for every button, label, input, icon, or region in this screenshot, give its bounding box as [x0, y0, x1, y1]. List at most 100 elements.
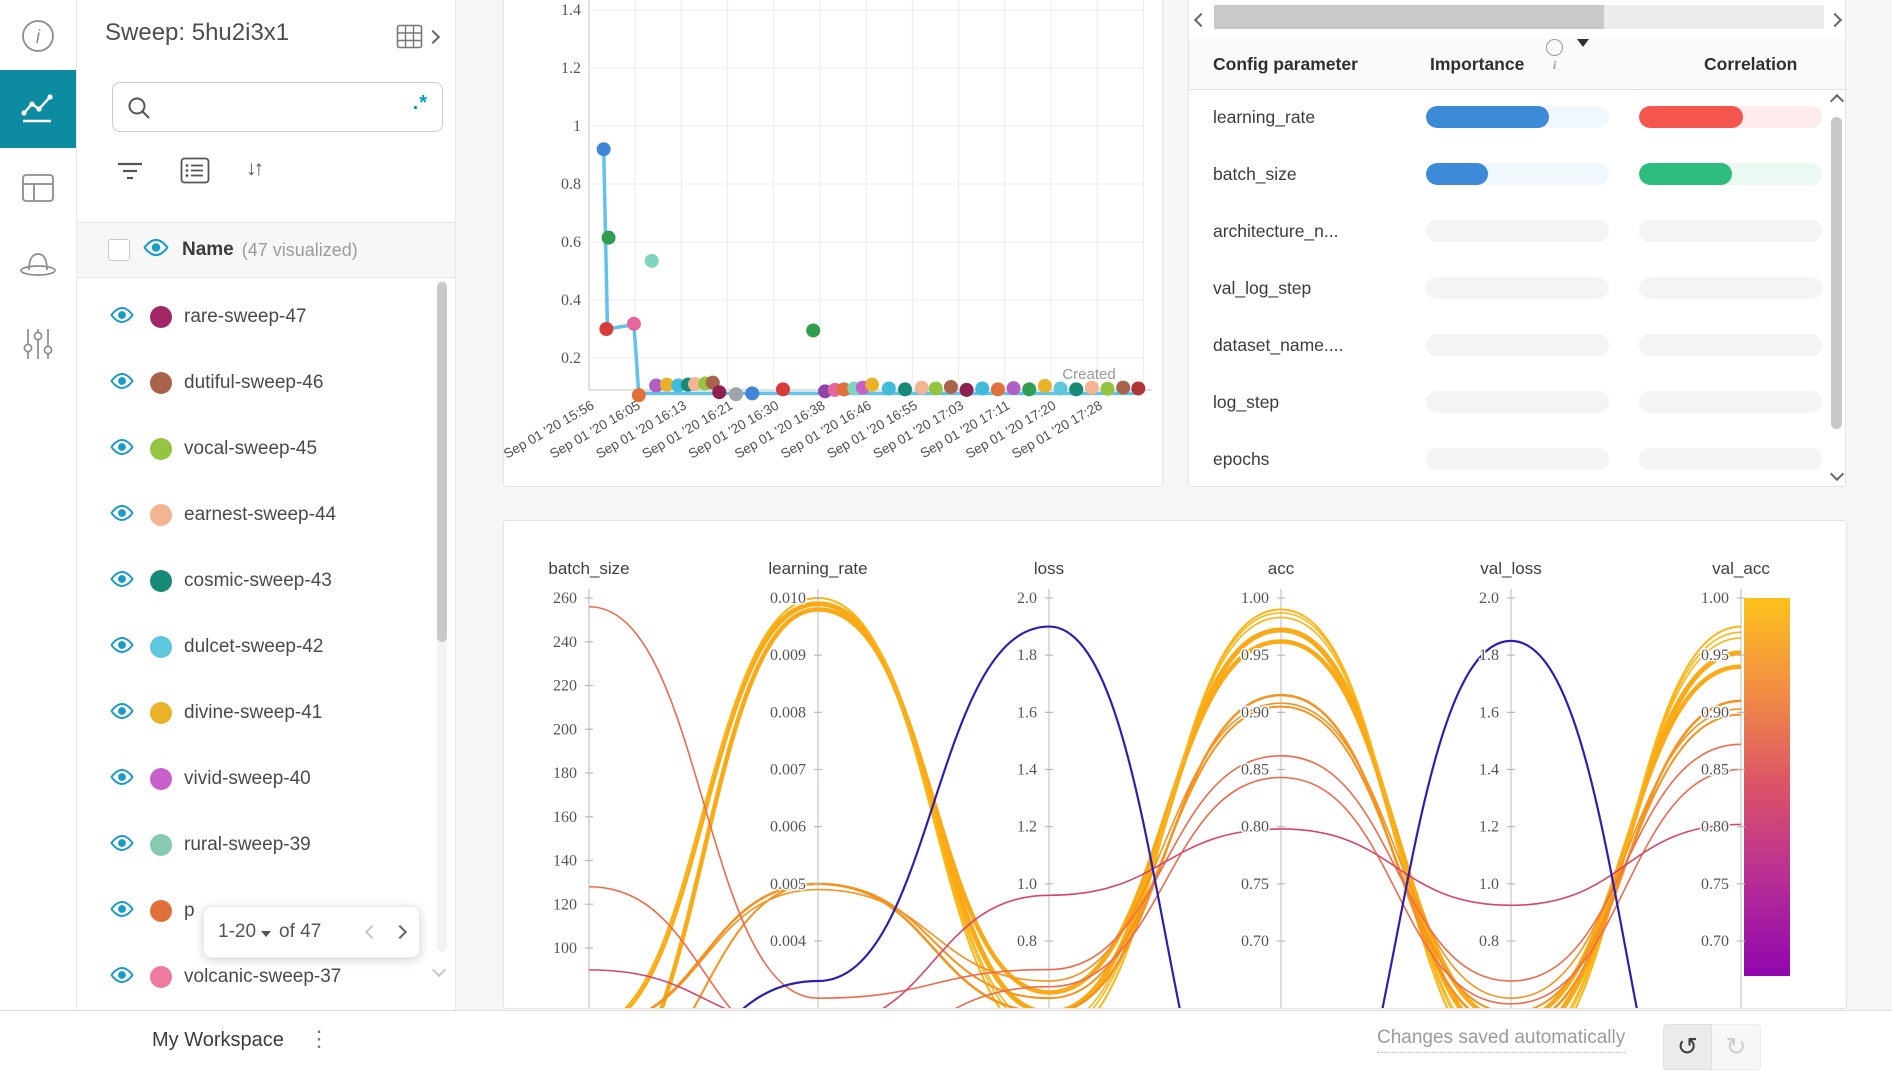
info-icon[interactable]: i	[1546, 39, 1563, 56]
scroll-down-button[interactable]	[1832, 466, 1842, 484]
importance-row[interactable]: dataset_name....	[1189, 317, 1845, 374]
svg-text:0.010: 0.010	[770, 590, 806, 607]
run-name[interactable]: p	[184, 900, 195, 922]
redo-button[interactable]: ↻	[1712, 1024, 1761, 1070]
run-name[interactable]: earnest-sweep-44	[184, 504, 336, 526]
visibility-eye-icon[interactable]	[110, 504, 134, 527]
scroll-down-button[interactable]	[434, 962, 444, 980]
importance-row[interactable]: batch_size	[1189, 146, 1845, 203]
svg-text:0.6: 0.6	[561, 234, 581, 251]
visibility-eye-icon[interactable]	[110, 570, 134, 593]
prev-page-button[interactable]	[367, 921, 377, 943]
svg-text:0.95: 0.95	[1241, 647, 1269, 664]
next-page-button[interactable]	[395, 921, 405, 943]
line-chart-icon	[19, 90, 57, 128]
svg-text:learning_rate: learning_rate	[768, 559, 867, 578]
run-row[interactable]: dulcet-sweep-42	[76, 614, 455, 680]
importance-bar	[1426, 220, 1609, 242]
panels-tab-button[interactable]	[0, 160, 76, 216]
runs-list-header: Name (47 visualized)	[76, 222, 455, 278]
runs-table-button[interactable]	[396, 24, 423, 54]
run-name[interactable]: vivid-sweep-40	[184, 768, 311, 790]
correlation-bar	[1639, 106, 1822, 128]
search-input[interactable]	[159, 89, 393, 125]
importance-row[interactable]: learning_rate	[1189, 89, 1845, 146]
charts-tab-button[interactable]	[0, 70, 76, 148]
run-name[interactable]: dutiful-sweep-46	[184, 372, 323, 394]
run-name[interactable]: vocal-sweep-45	[184, 438, 317, 460]
run-row[interactable]: divine-sweep-41	[76, 680, 455, 746]
regex-toggle[interactable]: .*	[413, 92, 428, 115]
filter-button[interactable]	[116, 160, 144, 187]
importance-row[interactable]: log_step	[1189, 374, 1845, 431]
controls-tab-button[interactable]	[0, 316, 76, 372]
sort-button[interactable]: ↓↑	[246, 157, 261, 181]
workspace-menu-button[interactable]: ⋮	[308, 1011, 332, 1067]
visibility-eye-icon[interactable]	[110, 768, 134, 791]
visualized-count: (47 visualized)	[242, 240, 358, 261]
visibility-eye-icon[interactable]	[110, 966, 134, 989]
run-row[interactable]: vivid-sweep-40	[76, 746, 455, 812]
undo-button[interactable]: ↺	[1663, 1024, 1712, 1070]
expand-table-button[interactable]	[428, 29, 438, 47]
visibility-eye-icon[interactable]	[110, 900, 134, 923]
parameter-name: val_log_step	[1213, 260, 1311, 317]
scroll-right-button[interactable]	[1830, 12, 1840, 30]
importance-row[interactable]: epochs	[1189, 431, 1845, 488]
visibility-eye-icon[interactable]	[110, 636, 134, 659]
visibility-eye-icon[interactable]	[110, 306, 134, 329]
parameter-name: epochs	[1213, 431, 1269, 488]
visibility-eye-icon[interactable]	[110, 834, 134, 857]
svg-text:1.2: 1.2	[561, 60, 581, 77]
run-row[interactable]: rural-sweep-39	[76, 812, 455, 878]
sweeps-tab-button[interactable]	[0, 236, 76, 292]
runs-scrollbar-thumb[interactable]	[437, 282, 447, 642]
run-name[interactable]: dulcet-sweep-42	[184, 636, 323, 658]
runs-scrollbar[interactable]	[437, 280, 447, 952]
run-row[interactable]: earnest-sweep-44	[76, 482, 455, 548]
visibility-eye-icon[interactable]	[110, 702, 134, 725]
importance-row[interactable]: architecture_n...	[1189, 203, 1845, 260]
page-range-button[interactable]: 1-20	[218, 921, 271, 943]
importance-horizontal-scrollbar[interactable]	[1192, 5, 1844, 29]
pagination-popup: 1-20 of 47	[203, 906, 420, 958]
importance-vertical-scrollbar[interactable]	[1829, 91, 1844, 486]
visibility-eye-icon[interactable]	[110, 438, 134, 461]
run-name[interactable]: rare-sweep-47	[184, 306, 307, 328]
svg-text:120: 120	[553, 896, 577, 913]
created-chart[interactable]: 1.41.210.80.60.40.2Sep 01 '20 15:56Sep 0…	[504, 0, 1162, 486]
run-name[interactable]: volcanic-sweep-37	[184, 966, 341, 988]
scroll-up-button[interactable]	[1832, 93, 1842, 111]
run-row[interactable]: cosmic-sweep-43	[76, 548, 455, 614]
run-color-dot	[150, 438, 172, 460]
svg-text:0.85: 0.85	[1241, 762, 1269, 779]
run-name[interactable]: divine-sweep-41	[184, 702, 322, 724]
select-all-checkbox[interactable]	[108, 239, 130, 261]
run-name[interactable]: rural-sweep-39	[184, 834, 311, 856]
run-row[interactable]: vocal-sweep-45	[76, 416, 455, 482]
svg-text:0.90: 0.90	[1701, 704, 1729, 721]
run-color-dot	[150, 372, 172, 394]
importance-bar	[1426, 391, 1609, 413]
visibility-eye-icon[interactable]	[110, 372, 134, 395]
hscroll-thumb[interactable]	[1214, 5, 1604, 29]
visibility-all-icon[interactable]	[143, 238, 169, 262]
display-options-button[interactable]	[180, 157, 210, 189]
run-row[interactable]: rare-sweep-47	[76, 284, 455, 350]
run-name[interactable]: cosmic-sweep-43	[184, 570, 332, 592]
run-row[interactable]: dutiful-sweep-46	[76, 350, 455, 416]
run-color-dot	[150, 306, 172, 328]
controls-sliders-icon	[20, 326, 56, 362]
run-search-box: .*	[112, 82, 443, 132]
sweep-runs-sidebar: Sweep: 5hu2i3x1 .*	[76, 0, 456, 1010]
run-color-dot	[150, 570, 172, 592]
name-column-label: Name	[182, 239, 234, 261]
run-color-dot	[150, 900, 172, 922]
workspace-footer: My Workspace ⋮ Changes saved automatical…	[0, 1010, 1892, 1071]
info-button[interactable]: i	[0, 8, 76, 64]
importance-row[interactable]: val_log_step	[1189, 260, 1845, 317]
parallel-coordinates-chart[interactable]: batch_sizelearning_ratelossaccval_lossva…	[504, 521, 1846, 1008]
scroll-left-button[interactable]	[1196, 12, 1206, 30]
vscroll-thumb[interactable]	[1831, 117, 1842, 429]
sort-caret-icon[interactable]	[1577, 39, 1589, 47]
